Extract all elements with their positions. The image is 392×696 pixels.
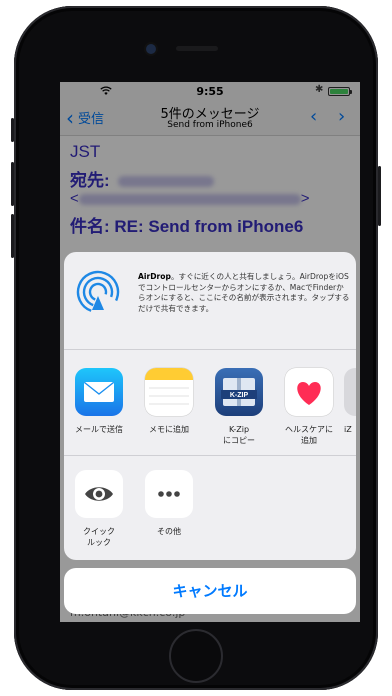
power-button — [378, 166, 381, 226]
kzip-icon: K-ZIP — [215, 368, 263, 416]
quicklook-label: クイック ルック — [83, 527, 115, 547]
airdrop-section: AirDrop。すぐに近くの人と共有しましょう。AirDropをiOSでコントロ… — [64, 252, 356, 350]
front-camera — [146, 44, 156, 54]
share-mail-label: メールで送信 — [75, 425, 123, 434]
share-notes-button[interactable]: メモに追加 — [138, 368, 200, 435]
share-notes-label: メモに追加 — [149, 425, 189, 434]
volume-up-button — [11, 162, 14, 206]
airdrop-icon — [76, 270, 120, 314]
quicklook-button[interactable]: クイック ルック — [68, 470, 130, 548]
notes-icon — [145, 368, 193, 416]
share-kzip-label: K-Zip にコピー — [223, 425, 255, 445]
share-actions-row: クイック ルック その他 — [64, 456, 356, 560]
airdrop-title: AirDrop — [138, 272, 171, 281]
share-apps-row: メールで送信 メモに追加 K-ZIP K-Zip にコピー ヘルスケアに 追加 … — [64, 350, 356, 456]
screen: 9:55 ✱ ‹ 受信 5件のメッセージ Send from iPhone6 ‹… — [60, 82, 360, 622]
share-mail-button[interactable]: メールで送信 — [68, 368, 130, 435]
kzip-icon-text: K-ZIP — [230, 392, 249, 399]
share-kzip-button[interactable]: K-ZIP K-Zip にコピー — [208, 368, 270, 446]
earpiece-speaker — [176, 46, 218, 51]
eye-icon — [75, 470, 123, 518]
share-health-label: ヘルスケアに 追加 — [285, 425, 333, 445]
share-partial-app-button[interactable]: iZ — [344, 368, 356, 435]
airdrop-description: AirDrop。すぐに近くの人と共有しましょう。AirDropをiOSでコントロ… — [138, 272, 350, 313]
phone-frame: 9:55 ✱ ‹ 受信 5件のメッセージ Send from iPhone6 ‹… — [11, 6, 381, 690]
volume-down-button — [11, 214, 14, 258]
partial-app-icon — [344, 368, 356, 416]
more-icon — [145, 470, 193, 518]
health-icon — [285, 368, 333, 416]
share-partial-app-label: iZ — [344, 425, 352, 434]
volume-switch — [11, 118, 14, 142]
share-sheet: AirDrop。すぐに近くの人と共有しましょう。AirDropをiOSでコントロ… — [64, 252, 356, 560]
more-actions-label: その他 — [157, 527, 181, 536]
more-actions-button[interactable]: その他 — [138, 470, 200, 537]
cancel-button[interactable]: キャンセル — [64, 568, 356, 614]
mail-icon — [75, 368, 123, 416]
share-health-button[interactable]: ヘルスケアに 追加 — [278, 368, 340, 446]
